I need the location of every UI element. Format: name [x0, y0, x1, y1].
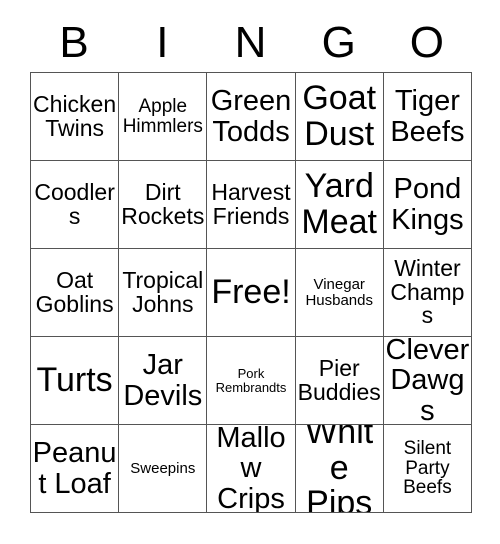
bingo-cell[interactable]: Oat Goblins [31, 249, 120, 337]
bingo-row: Turts Jar Devils Pork Rembrandts Pier Bu… [31, 337, 473, 425]
bingo-cell-label: Pier Buddies [297, 354, 381, 405]
header-letter-b: B [59, 18, 89, 67]
bingo-cell[interactable]: Yard Meat [295, 161, 384, 249]
bingo-cell[interactable]: Coodlers [31, 161, 120, 249]
bingo-cell-label: Free! [211, 272, 291, 311]
bingo-cell-label: Tiger Beefs [390, 85, 465, 148]
bingo-cell-label: Chicken Twins [33, 90, 117, 141]
bingo-cell-label: Clever Dawgs [385, 337, 470, 425]
header-letter-g: G [321, 18, 356, 67]
bingo-cell[interactable]: Tropical Johns [119, 249, 208, 337]
bingo-cell-label: Harvest Friends [211, 178, 291, 229]
bingo-cell-label: Vinegar Husbands [305, 275, 373, 309]
bingo-cell-label: Dirt Rockets [121, 178, 205, 229]
bingo-cell-free[interactable]: Free! [207, 249, 296, 337]
bingo-cell-label: Mallow Crips [216, 425, 286, 513]
bingo-cell-label: Jar Devils [123, 349, 203, 412]
bingo-cell[interactable]: Vinegar Husbands [295, 249, 384, 337]
bingo-cell[interactable]: Jar Devils [119, 337, 208, 425]
bingo-cell-label: Winter Champs [390, 254, 465, 329]
bingo-cell-label: Turts [36, 360, 113, 399]
bingo-cell[interactable]: Chicken Twins [31, 73, 120, 161]
bingo-cell[interactable]: Turts [31, 337, 120, 425]
bingo-cell[interactable]: Mallow Crips [207, 425, 296, 513]
bingo-cell[interactable]: White Pips [295, 425, 384, 513]
bingo-row: Coodlers Dirt Rockets Harvest Friends Ya… [31, 161, 473, 249]
bingo-header-row: B I N G O [30, 14, 471, 72]
bingo-cell[interactable]: Peanut Loaf [31, 425, 120, 513]
bingo-cell-label: Pork Rembrandts [215, 365, 287, 395]
bingo-cell[interactable]: Pier Buddies [295, 337, 384, 425]
bingo-cell-label: White Pips [305, 425, 374, 513]
bingo-cell-label: Yard Meat [301, 167, 377, 241]
bingo-row: Oat Goblins Tropical Johns Free! Vinegar… [31, 249, 473, 337]
bingo-cell-label: Goat Dust [302, 79, 377, 153]
bingo-cell[interactable]: Clever Dawgs [383, 337, 473, 425]
bingo-cell[interactable]: Dirt Rockets [119, 161, 208, 249]
bingo-cell[interactable]: Winter Champs [383, 249, 473, 337]
bingo-cell-label: Oat Goblins [35, 266, 114, 317]
bingo-cell-label: Tropical Johns [122, 266, 204, 317]
bingo-cell[interactable]: Tiger Beefs [383, 73, 473, 161]
bingo-cell-label: Apple Himmlers [122, 95, 203, 137]
bingo-cell-label: Peanut Loaf [32, 437, 117, 500]
bingo-cell[interactable]: Sweepins [119, 425, 208, 513]
bingo-card: B I N G O Chicken Twins Apple Himmlers G… [30, 14, 473, 514]
bingo-cell-label: Green Todds [210, 85, 292, 148]
bingo-cell[interactable]: Goat Dust [295, 73, 384, 161]
bingo-cell[interactable]: Harvest Friends [207, 161, 296, 249]
bingo-cell[interactable]: Silent Party Beefs [383, 425, 473, 513]
bingo-cell-label: Sweepins [130, 459, 196, 477]
bingo-grid: Chicken Twins Apple Himmlers Green Todds… [30, 72, 473, 513]
header-letter-n: N [234, 18, 267, 67]
bingo-cell[interactable]: Pond Kings [383, 161, 473, 249]
header-letter-i: I [156, 18, 169, 67]
bingo-row: Chicken Twins Apple Himmlers Green Todds… [31, 73, 473, 161]
bingo-cell[interactable]: Pork Rembrandts [207, 337, 296, 425]
bingo-row: Peanut Loaf Sweepins Mallow Crips White … [31, 425, 473, 513]
bingo-cell-label: Coodlers [34, 178, 115, 229]
bingo-cell[interactable]: Apple Himmlers [119, 73, 208, 161]
bingo-cell-label: Pond Kings [391, 173, 464, 236]
bingo-cell-label: Silent Party Beefs [403, 437, 452, 499]
header-letter-o: O [409, 18, 445, 67]
bingo-cell[interactable]: Green Todds [207, 73, 296, 161]
